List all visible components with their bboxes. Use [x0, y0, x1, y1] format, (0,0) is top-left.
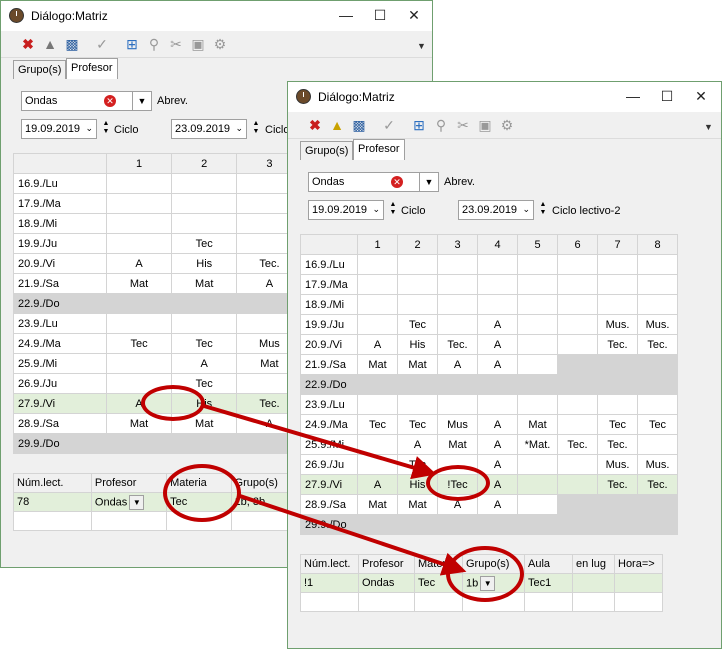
annotation-arrows — [203, 404, 467, 576]
annotation-arrow-group — [239, 494, 467, 576]
annotation-oval-group-2 — [446, 546, 524, 602]
annotation-oval-group-1 — [163, 464, 241, 522]
annotation-oval-cell-1 — [141, 385, 205, 421]
annotation-arrow-cell — [203, 404, 437, 480]
annotation-oval-cell-2 — [426, 465, 490, 501]
